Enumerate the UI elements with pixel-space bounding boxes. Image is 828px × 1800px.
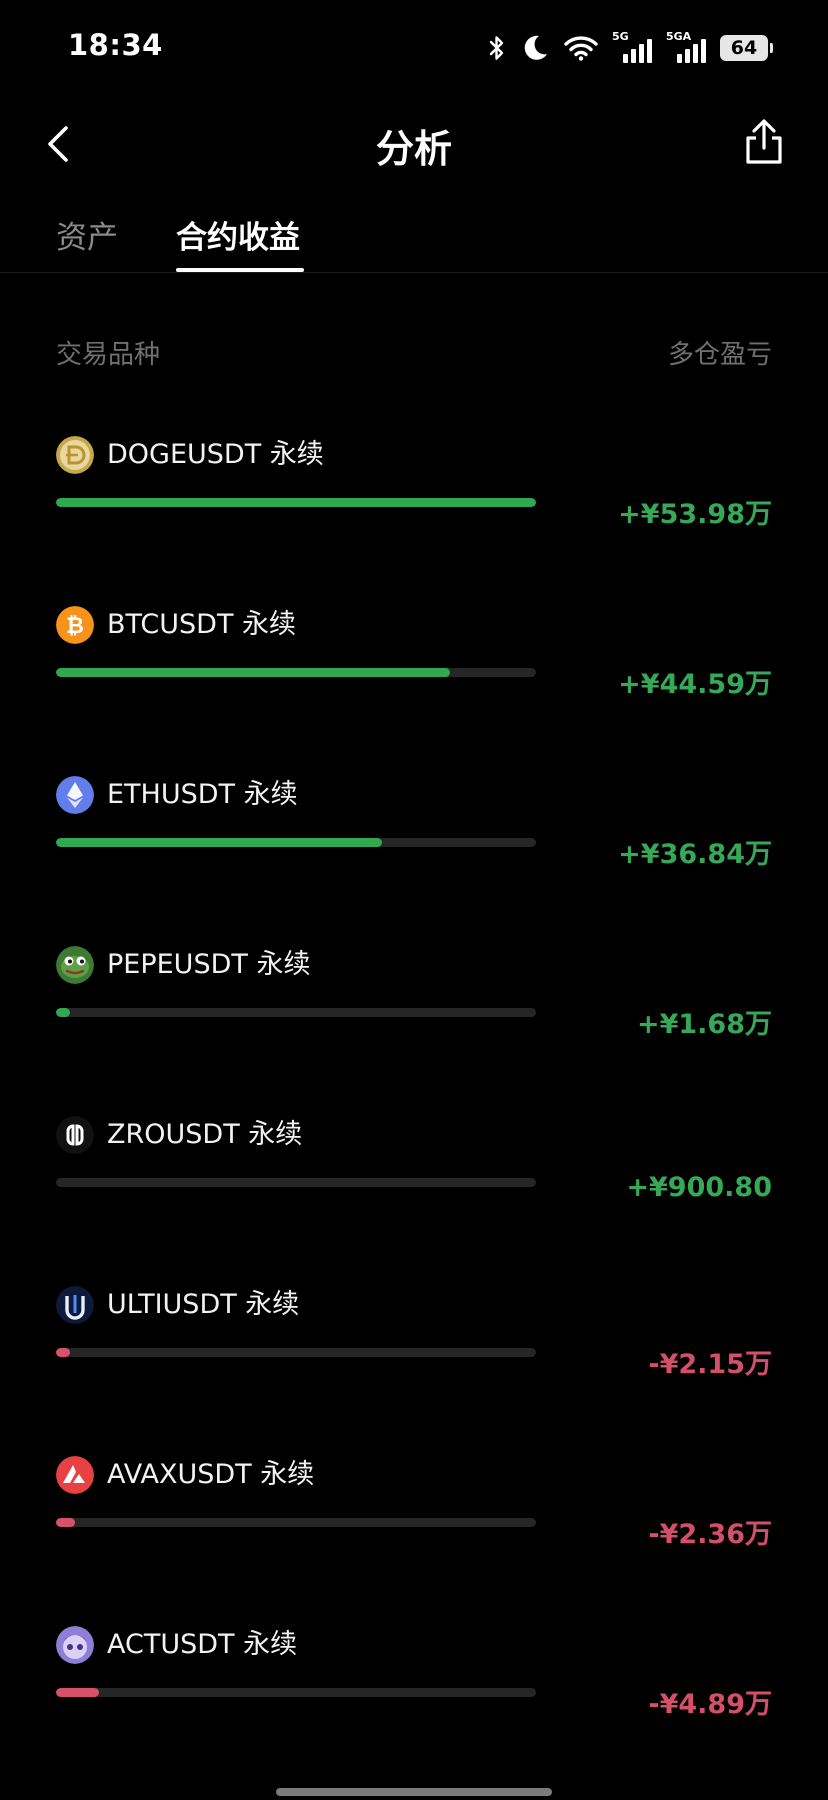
act-coin-icon — [56, 1626, 94, 1664]
item-name: BTCUSDT 永续 — [107, 609, 297, 640]
pnl-value: +¥53.98万 — [618, 499, 772, 530]
pnl-value: +¥44.59万 — [618, 669, 772, 700]
pnl-value: +¥1.68万 — [636, 1009, 772, 1040]
header-long-pnl: 多仓盈亏 — [667, 340, 772, 370]
doge-coin-icon — [56, 436, 94, 474]
item-name: DOGEUSDT 永续 — [107, 439, 324, 470]
list-item-doge[interactable]: DOGEUSDT 永续 +¥53.98万 — [0, 436, 828, 606]
avax-coin-icon — [56, 1456, 94, 1494]
tab-contract-pnl[interactable]: 合约收益 — [176, 212, 300, 257]
pnl-progress-fill — [56, 498, 536, 507]
item-name: ZROUSDT 永续 — [107, 1119, 303, 1150]
pnl-progress-fill — [56, 838, 383, 847]
list-item-act[interactable]: ACTUSDT 永续 -¥4.89万 — [0, 1626, 828, 1796]
pnl-progress-track — [56, 1348, 536, 1357]
page-title: 分析 — [375, 127, 452, 171]
bluetooth-icon — [488, 34, 506, 62]
btc-coin-icon: ₿ — [56, 606, 94, 644]
list-item-zro[interactable]: ZROUSDT 永续 +¥900.80 — [0, 1116, 828, 1286]
pnl-value: +¥900.80 — [626, 1172, 772, 1203]
item-name: ULTIUSDT 永续 — [107, 1289, 300, 1320]
pnl-progress-fill — [56, 1348, 71, 1357]
signal-5ga-icon: 5GA — [666, 31, 706, 65]
pnl-progress-track — [56, 498, 536, 507]
status-bar: 18:34 5G 5GA 64 — [0, 0, 828, 96]
ulti-coin-icon — [56, 1286, 94, 1324]
tab-assets[interactable]: 资产 — [56, 212, 118, 257]
item-name: ETHUSDT 永续 — [107, 779, 298, 810]
nav-bar: 分析 — [0, 96, 828, 192]
share-button[interactable] — [740, 116, 788, 168]
pnl-progress-track — [56, 1688, 536, 1697]
pnl-progress-fill — [56, 1518, 76, 1527]
list-item-avax[interactable]: AVAXUSDT 永续 -¥2.36万 — [0, 1456, 828, 1626]
pnl-value: -¥2.36万 — [648, 1519, 772, 1550]
pnl-value: +¥36.84万 — [618, 839, 772, 870]
share-icon — [746, 119, 782, 164]
list-header: 交易品种 多仓盈亏 — [56, 334, 772, 374]
status-icons: 5G 5GA 64 — [488, 30, 773, 66]
status-time: 18:34 — [68, 28, 163, 62]
pnl-progress-track — [56, 838, 536, 847]
pnl-value: -¥2.15万 — [648, 1349, 772, 1380]
moon-icon — [520, 33, 550, 63]
pnl-progress-track — [56, 668, 536, 677]
pnl-progress-fill — [56, 668, 450, 677]
wifi-icon — [564, 35, 598, 61]
pnl-progress-fill — [56, 1688, 100, 1697]
pnl-progress-track — [56, 1008, 536, 1017]
list-item-ulti[interactable]: ULTIUSDT 永续 -¥2.15万 — [0, 1286, 828, 1456]
pepe-coin-icon — [56, 946, 94, 984]
zro-coin-icon — [56, 1116, 94, 1154]
pnl-value: -¥4.89万 — [648, 1689, 772, 1720]
item-name: AVAXUSDT 永续 — [107, 1459, 315, 1490]
home-indicator[interactable] — [276, 1788, 552, 1796]
tab-bar: 资产 合约收益 — [0, 200, 828, 273]
header-symbol: 交易品种 — [56, 340, 161, 370]
tab-active-indicator — [176, 268, 304, 272]
pnl-progress-fill — [56, 1008, 71, 1017]
item-name: PEPEUSDT 永续 — [107, 949, 311, 980]
svg-text:₿: ₿ — [66, 614, 84, 639]
list-item-btc[interactable]: ₿ BTCUSDT 永续 +¥44.59万 — [0, 606, 828, 776]
signal-5g-icon: 5G — [612, 31, 652, 65]
eth-coin-icon — [56, 776, 94, 814]
list-item-eth[interactable]: ETHUSDT 永续 +¥36.84万 — [0, 776, 828, 946]
pnl-progress-track — [56, 1518, 536, 1527]
list-item-pepe[interactable]: PEPEUSDT 永续 +¥1.68万 — [0, 946, 828, 1116]
battery-icon: 64 — [720, 35, 773, 61]
item-name: ACTUSDT 永续 — [107, 1629, 298, 1660]
pnl-progress-track — [56, 1178, 536, 1187]
